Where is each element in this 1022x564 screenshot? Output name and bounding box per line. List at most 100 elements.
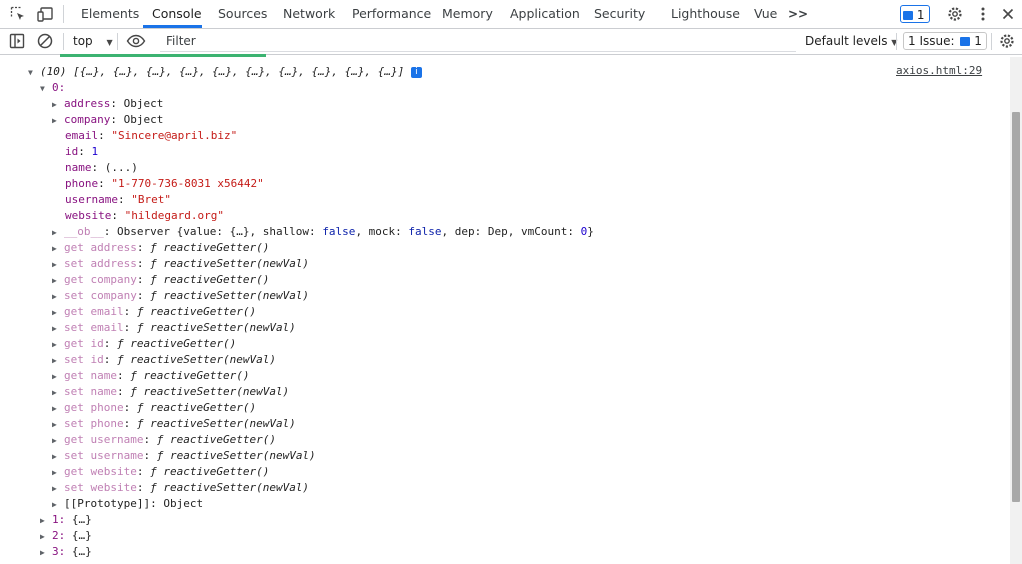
accessor-row[interactable]: ▶ set email: ƒ reactiveSetter(newVal) bbox=[52, 320, 296, 336]
accessor-row[interactable]: ▶ get company: ƒ reactiveGetter() bbox=[52, 272, 269, 288]
info-icon[interactable]: i bbox=[410, 66, 422, 78]
show-sidebar-icon[interactable] bbox=[8, 32, 26, 50]
accessor-row[interactable]: ▶ get id: ƒ reactiveGetter() bbox=[52, 336, 236, 352]
context-selector[interactable]: top ▼ bbox=[73, 29, 113, 54]
array-log-row[interactable]: ▼ (10) [{…}, {…}, {…}, {…}, {…}, {…}, {…}… bbox=[28, 64, 422, 80]
prop-ob-row[interactable]: ▶ __ob__: Observer {value: {…}, shallow: … bbox=[52, 224, 594, 240]
close-devtools-icon[interactable] bbox=[999, 5, 1017, 23]
prototype-value: Object bbox=[163, 497, 204, 510]
accessor-row[interactable]: ▶ set username: ƒ reactiveSetter(newVal) bbox=[52, 448, 316, 464]
log-levels-dropdown[interactable]: Default levels ▼ bbox=[805, 29, 897, 54]
messages-badge[interactable]: 1 bbox=[900, 5, 930, 23]
tab-sources[interactable]: Sources bbox=[218, 0, 267, 28]
prop-value: "Bret" bbox=[131, 193, 171, 206]
function-icon: ƒ bbox=[136, 417, 144, 430]
accessor-fn: reactiveGetter() bbox=[150, 401, 257, 414]
accessor-row[interactable]: ▶ get address: ƒ reactiveGetter() bbox=[52, 240, 269, 256]
settings-gear-icon[interactable] bbox=[946, 5, 964, 23]
collapsed-triangle-icon: ▶ bbox=[52, 500, 57, 509]
divider bbox=[991, 33, 992, 50]
divider bbox=[896, 33, 897, 50]
function-icon: ƒ bbox=[150, 241, 157, 254]
tab-network[interactable]: Network bbox=[283, 0, 335, 28]
ob-text: , dep: Dep, vmCount: bbox=[441, 225, 581, 238]
source-link[interactable]: axios.html:29 bbox=[896, 64, 982, 77]
function-icon: ƒ bbox=[130, 385, 137, 398]
prop-company-row[interactable]: ▶ company: Object bbox=[52, 112, 163, 128]
collapsed-triangle-icon: ▶ bbox=[52, 276, 57, 285]
accessor-key: set username bbox=[64, 449, 144, 462]
accessor-key: get address bbox=[64, 241, 137, 254]
tab-performance[interactable]: Performance bbox=[352, 0, 431, 28]
collapsed-triangle-icon: ▶ bbox=[52, 436, 57, 445]
accessor-row[interactable]: ▶ set address: ƒ reactiveSetter(newVal) bbox=[52, 256, 309, 272]
accessor-row[interactable]: ▶ set company: ƒ reactiveSetter(newVal) bbox=[52, 288, 309, 304]
prop-name-row[interactable]: name: (...) bbox=[65, 160, 138, 176]
clear-console-icon[interactable] bbox=[36, 32, 54, 50]
collapsed-triangle-icon: ▶ bbox=[52, 292, 57, 301]
accessor-row[interactable]: ▶ get email: ƒ reactiveGetter() bbox=[52, 304, 256, 320]
accessor-row[interactable]: ▶ get phone: ƒ reactiveGetter() bbox=[52, 400, 256, 416]
item-row[interactable]: ▶ 1: {…} bbox=[40, 512, 92, 528]
tab-security[interactable]: Security bbox=[594, 0, 645, 28]
tab-application[interactable]: Application bbox=[510, 0, 580, 28]
messages-count: 1 bbox=[916, 8, 925, 22]
scrollbar-thumb[interactable] bbox=[1012, 112, 1020, 502]
function-icon: ƒ bbox=[150, 273, 157, 286]
more-tabs-button[interactable]: >> bbox=[788, 0, 808, 28]
accessor-key: set email bbox=[64, 321, 124, 334]
vertical-scrollbar[interactable] bbox=[1010, 57, 1022, 564]
tab-lighthouse[interactable]: Lighthouse bbox=[671, 0, 740, 28]
device-toolbar-icon[interactable] bbox=[36, 5, 54, 23]
function-icon: ƒ bbox=[156, 449, 164, 462]
accessor-row[interactable]: ▶ set name: ƒ reactiveSetter(newVal) bbox=[52, 384, 289, 400]
function-icon: ƒ bbox=[150, 257, 157, 270]
accessor-key: get company bbox=[64, 273, 137, 286]
filter-input[interactable] bbox=[160, 30, 796, 52]
accessor-row[interactable]: ▶ get website: ƒ reactiveGetter() bbox=[52, 464, 269, 480]
item-value: {…} bbox=[71, 545, 92, 558]
invoke-getter-value[interactable]: (...) bbox=[105, 161, 138, 174]
collapsed-triangle-icon: ▶ bbox=[52, 452, 57, 461]
function-icon: ƒ bbox=[150, 289, 157, 302]
accessor-key: get name bbox=[64, 369, 117, 382]
divider bbox=[117, 33, 118, 50]
collapsed-triangle-icon: ▶ bbox=[40, 548, 45, 557]
prop-value: Object bbox=[123, 113, 164, 126]
item-value: {…} bbox=[71, 513, 92, 526]
inspect-element-icon[interactable] bbox=[9, 5, 27, 23]
accessor-fn: reactiveGetter() bbox=[163, 465, 270, 478]
collapsed-triangle-icon: ▶ bbox=[52, 340, 57, 349]
console-toolbar: top ▼ Default levels ▼ 1 Issue: 1 bbox=[0, 29, 1022, 55]
item-0-row[interactable]: ▼ 0: bbox=[40, 80, 65, 96]
console-output: axios.html:29 ▼ (10) [{…}, {…}, {…}, {…},… bbox=[0, 57, 1010, 564]
collapsed-triangle-icon: ▶ bbox=[52, 324, 57, 333]
accessor-row[interactable]: ▶ get name: ƒ reactiveGetter() bbox=[52, 368, 249, 384]
prototype-row[interactable]: ▶ [[Prototype]]: Object bbox=[52, 496, 203, 512]
function-icon: ƒ bbox=[130, 369, 137, 382]
tab-console[interactable]: Console bbox=[152, 0, 202, 28]
accessor-fn: reactiveGetter() bbox=[163, 241, 270, 254]
item-row[interactable]: ▶ 3: {…} bbox=[40, 544, 92, 560]
issues-button[interactable]: 1 Issue: 1 bbox=[903, 32, 987, 50]
tab-elements[interactable]: Elements bbox=[81, 0, 139, 28]
more-options-icon[interactable] bbox=[974, 5, 992, 23]
active-tab-indicator bbox=[143, 25, 202, 28]
live-expression-eye-icon[interactable] bbox=[126, 32, 146, 50]
collapsed-triangle-icon: ▶ bbox=[52, 260, 57, 269]
collapsed-triangle-icon: ▶ bbox=[52, 388, 57, 397]
collapsed-triangle-icon: ▶ bbox=[52, 308, 57, 317]
tab-memory[interactable]: Memory bbox=[442, 0, 493, 28]
accessor-row[interactable]: ▶ set website: ƒ reactiveSetter(newVal) bbox=[52, 480, 309, 496]
collapsed-triangle-icon: ▶ bbox=[52, 372, 57, 381]
item-row[interactable]: ▶ 2: {…} bbox=[40, 528, 92, 544]
accessor-row[interactable]: ▶ set id: ƒ reactiveSetter(newVal) bbox=[52, 352, 276, 368]
accessor-row[interactable]: ▶ get username: ƒ reactiveGetter() bbox=[52, 432, 276, 448]
accessor-row[interactable]: ▶ set phone: ƒ reactiveSetter(newVal) bbox=[52, 416, 296, 432]
tab-vue[interactable]: Vue bbox=[754, 0, 777, 28]
accessor-key: set website bbox=[64, 481, 137, 494]
accessor-key: get website bbox=[64, 465, 137, 478]
prop-address-row[interactable]: ▶ address: Object bbox=[52, 96, 163, 112]
console-settings-gear-icon[interactable] bbox=[998, 32, 1016, 50]
item-key: 1 bbox=[52, 513, 59, 526]
